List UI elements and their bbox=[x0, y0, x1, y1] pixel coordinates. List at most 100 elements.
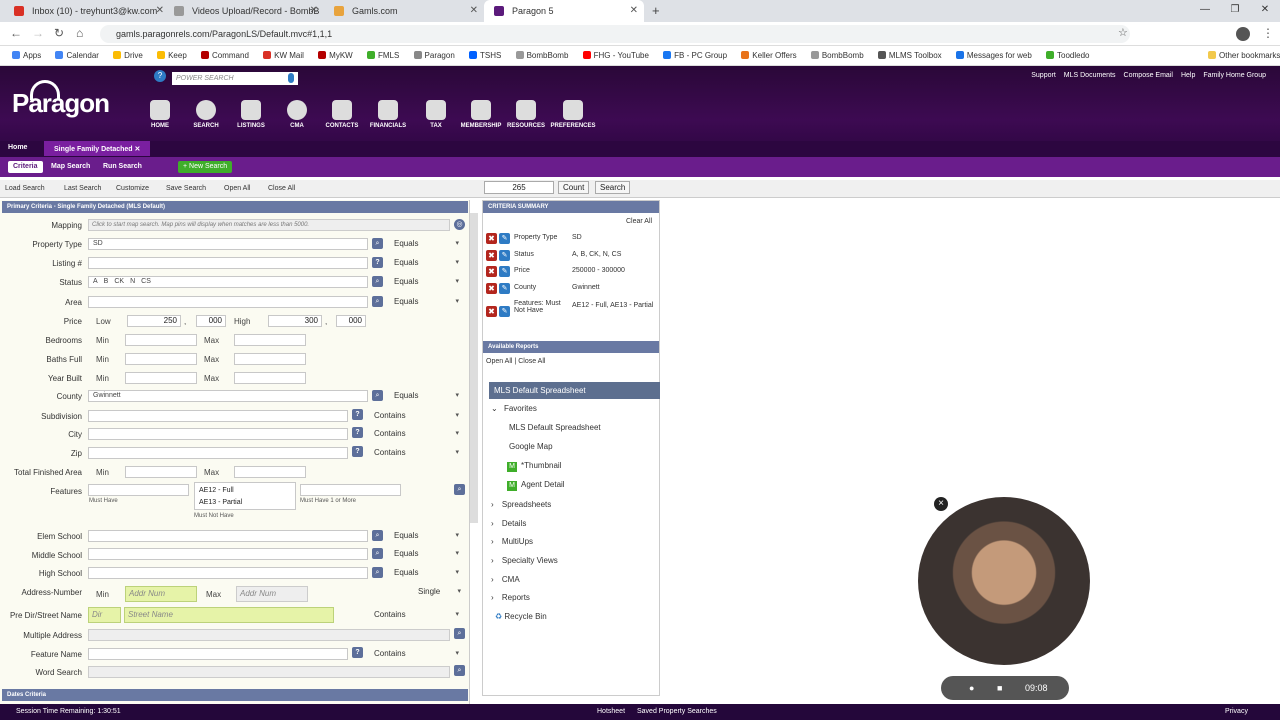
tab-single-family-detached[interactable]: Single Family Detached ✕ bbox=[44, 141, 151, 156]
baths-max[interactable] bbox=[234, 353, 306, 365]
nav-resources[interactable]: RESOURCES bbox=[501, 100, 551, 129]
area-field[interactable] bbox=[88, 296, 368, 308]
close-window-icon[interactable]: ✕ bbox=[1250, 0, 1280, 20]
baths-min[interactable] bbox=[125, 353, 197, 365]
bookmark[interactable]: Paragon bbox=[413, 46, 455, 65]
edit-icon[interactable]: ✎ bbox=[499, 233, 510, 244]
features-must-not-have[interactable]: AE12 - Full AE13 - Partial bbox=[194, 482, 296, 510]
logo[interactable]: Paragon bbox=[12, 88, 110, 119]
selected-report[interactable]: MLS Default Spreadsheet bbox=[489, 382, 660, 399]
bookmark[interactable]: Calendar bbox=[55, 46, 99, 65]
forward-icon[interactable]: → bbox=[32, 26, 44, 40]
load-search-button[interactable]: Load Search bbox=[5, 185, 45, 192]
edit-icon[interactable]: ✎ bbox=[499, 266, 510, 277]
bookmark[interactable]: BombBomb bbox=[515, 46, 568, 65]
bookmark[interactable]: Apps bbox=[12, 46, 41, 65]
recycle-bin[interactable]: ♻ Recycle Bin bbox=[495, 612, 547, 621]
close-icon[interactable]: × bbox=[934, 497, 948, 511]
report-item[interactable]: MLS Default Spreadsheet bbox=[509, 423, 601, 432]
support-link[interactable]: Support bbox=[1031, 72, 1056, 79]
city-field[interactable] bbox=[88, 428, 348, 440]
bookmark[interactable]: Keep bbox=[157, 46, 187, 65]
word-search-field[interactable] bbox=[88, 666, 450, 678]
nav-contacts[interactable]: CONTACTS bbox=[317, 100, 367, 129]
nav-cma[interactable]: CMA bbox=[272, 100, 322, 129]
delete-icon[interactable]: ✖ bbox=[486, 250, 497, 261]
bedrooms-min[interactable] bbox=[125, 334, 197, 346]
elem-school-field[interactable] bbox=[88, 530, 368, 542]
user-icon[interactable]: ● bbox=[969, 676, 974, 700]
search-icon[interactable]: ⌕ bbox=[454, 665, 465, 676]
search-icon[interactable]: ⌕ bbox=[372, 390, 383, 401]
hotsheet-link[interactable]: Hotsheet bbox=[597, 704, 625, 720]
status-field[interactable]: A B CK N CS bbox=[88, 276, 368, 288]
report-item[interactable]: Google Map bbox=[509, 442, 553, 451]
search-button[interactable]: Search bbox=[595, 181, 631, 194]
price-high-thousands[interactable]: 000 bbox=[336, 315, 366, 327]
compose-email-link[interactable]: Compose Email bbox=[1124, 72, 1173, 79]
new-search-button[interactable]: + New Search bbox=[178, 161, 233, 173]
nav-tax[interactable]: TAX bbox=[411, 100, 461, 129]
nav-membership[interactable]: MEMBERSHIP bbox=[456, 100, 506, 129]
tfa-min[interactable] bbox=[125, 466, 197, 478]
new-tab-button[interactable]: + bbox=[652, 3, 660, 18]
area-operator[interactable]: Equals bbox=[390, 296, 462, 308]
direction-select[interactable]: Dir bbox=[88, 607, 121, 623]
price-high-input[interactable]: 300 bbox=[268, 315, 322, 327]
count-button[interactable]: Count bbox=[558, 181, 590, 194]
address-min[interactable]: Addr Num bbox=[125, 586, 197, 602]
high-school-field[interactable] bbox=[88, 567, 368, 579]
delete-icon[interactable]: ✖ bbox=[486, 266, 497, 277]
tag[interactable]: SD bbox=[93, 239, 103, 249]
clear-all-button[interactable]: Clear All bbox=[626, 218, 652, 225]
listing-field[interactable] bbox=[88, 257, 368, 269]
bookmark[interactable]: MLMS Toolbox bbox=[877, 46, 942, 65]
bookmark[interactable]: TSHS bbox=[469, 46, 501, 65]
close-all-button[interactable]: Close All bbox=[268, 185, 295, 192]
mapping-field[interactable]: Click to start map search. Map pins will… bbox=[88, 219, 450, 231]
browser-tab[interactable]: Videos Upload/Record - BombB ✕ bbox=[164, 0, 324, 22]
subdivision-operator[interactable]: Contains bbox=[370, 410, 462, 422]
stop-icon[interactable]: ■ bbox=[997, 676, 1002, 700]
edit-icon[interactable]: ✎ bbox=[499, 250, 510, 261]
search-icon[interactable]: ⌕ bbox=[454, 628, 465, 639]
street-name-input[interactable]: Street Name bbox=[124, 607, 334, 623]
nav-financials[interactable]: FINANCIALS bbox=[363, 100, 413, 129]
delete-icon[interactable]: ✖ bbox=[486, 283, 497, 294]
open-all-button[interactable]: Open All bbox=[224, 185, 250, 192]
microphone-icon[interactable] bbox=[288, 73, 294, 83]
edit-icon[interactable]: ✎ bbox=[499, 283, 510, 294]
report-group[interactable]: › Spreadsheets bbox=[491, 500, 551, 509]
search-icon[interactable]: ⌕ bbox=[454, 484, 465, 495]
browser-tab[interactable]: Inbox (10) - treyhunt3@kw.com ✕ bbox=[4, 0, 170, 22]
reload-icon[interactable]: ↻ bbox=[54, 26, 64, 40]
bookmark[interactable]: Keller Offers bbox=[741, 46, 797, 65]
zip-operator[interactable]: Contains bbox=[370, 447, 462, 459]
listing-operator[interactable]: Equals bbox=[390, 257, 462, 269]
close-icon[interactable]: ✕ bbox=[135, 146, 141, 153]
bookmark[interactable]: Drive bbox=[113, 46, 143, 65]
account-menu[interactable]: Family Home Group bbox=[1203, 72, 1266, 79]
customize-button[interactable]: Customize bbox=[116, 185, 149, 192]
report-item[interactable]: M Agent Detail bbox=[507, 480, 565, 491]
address-operator[interactable]: Single bbox=[414, 586, 464, 598]
bookmark[interactable]: KW Mail bbox=[263, 46, 304, 65]
year-max[interactable] bbox=[234, 372, 306, 384]
bookmark[interactable]: MyKW bbox=[318, 46, 353, 65]
nav-listings[interactable]: LISTINGS bbox=[226, 100, 276, 129]
avatar[interactable] bbox=[1236, 27, 1250, 41]
middle-school-field[interactable] bbox=[88, 548, 368, 560]
globe-icon[interactable]: ◎ bbox=[454, 219, 465, 230]
bedrooms-max[interactable] bbox=[234, 334, 306, 346]
last-search-button[interactable]: Last Search bbox=[64, 185, 101, 192]
tag[interactable]: AE12 - Full bbox=[199, 485, 291, 497]
report-group[interactable]: › Reports bbox=[491, 593, 530, 602]
minimize-icon[interactable]: — bbox=[1190, 0, 1220, 20]
count-field[interactable]: 265 bbox=[484, 181, 554, 194]
nav-home[interactable]: HOME bbox=[135, 100, 185, 129]
browser-tab[interactable]: Gamls.com ✕ bbox=[324, 0, 484, 22]
home-icon[interactable]: ⌂ bbox=[76, 26, 83, 40]
search-icon[interactable]: ⌕ bbox=[372, 567, 383, 578]
tag[interactable]: CK bbox=[114, 277, 124, 287]
close-icon[interactable]: ✕ bbox=[156, 0, 164, 22]
